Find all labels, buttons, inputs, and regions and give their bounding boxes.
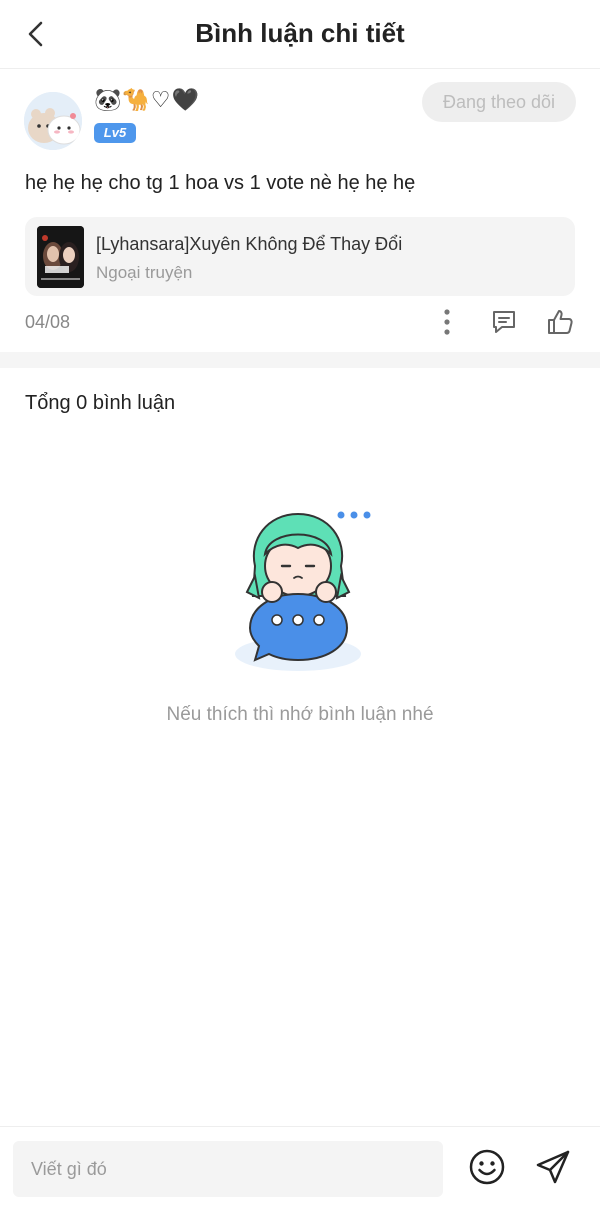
comment-icon (493, 311, 515, 333)
story-card[interactable]: [Lyhansara]Xuyên Không Để Thay Đổi Ngoại… (25, 217, 575, 296)
section-divider (0, 352, 600, 368)
more-button[interactable] (430, 305, 464, 339)
comment-count: Tổng 0 bình luận (25, 392, 176, 414)
follow-button[interactable]: Đang theo dõi (422, 82, 576, 122)
thumbs-up-icon (548, 310, 573, 334)
story-cover (37, 226, 84, 288)
comment-input-bar (0, 1126, 600, 1210)
comment-input[interactable] (13, 1141, 443, 1197)
comment-text: hẹ hẹ hẹ cho tg 1 hoa vs 1 vote nè hẹ hẹ… (25, 172, 416, 194)
comment-date: 04/08 (25, 312, 71, 332)
level-badge: Lv5 (94, 123, 136, 143)
reply-button[interactable] (487, 305, 521, 339)
like-button[interactable] (543, 305, 577, 339)
avatar[interactable] (24, 92, 82, 150)
avatar-image (24, 92, 82, 150)
mascot-icon (235, 511, 371, 671)
story-title: [Lyhansara]Xuyên Không Để Thay Đổi (96, 234, 403, 254)
more-vertical-icon (444, 309, 450, 335)
header-bar: Bình luận chi tiết (0, 0, 600, 69)
page-title: Bình luận chi tiết (195, 18, 405, 48)
username[interactable]: 🐼🐪♡🖤 (94, 88, 200, 113)
emoji-button[interactable] (467, 1147, 507, 1187)
smiley-icon (469, 1149, 505, 1185)
empty-state-message: Nếu thích thì nhớ bình luận nhé (166, 704, 434, 725)
empty-state-illustration (225, 500, 375, 680)
send-button[interactable] (533, 1147, 573, 1187)
story-subtitle: Ngoại truyện (96, 263, 193, 282)
send-icon (536, 1150, 570, 1184)
story-cover-image (37, 226, 84, 288)
